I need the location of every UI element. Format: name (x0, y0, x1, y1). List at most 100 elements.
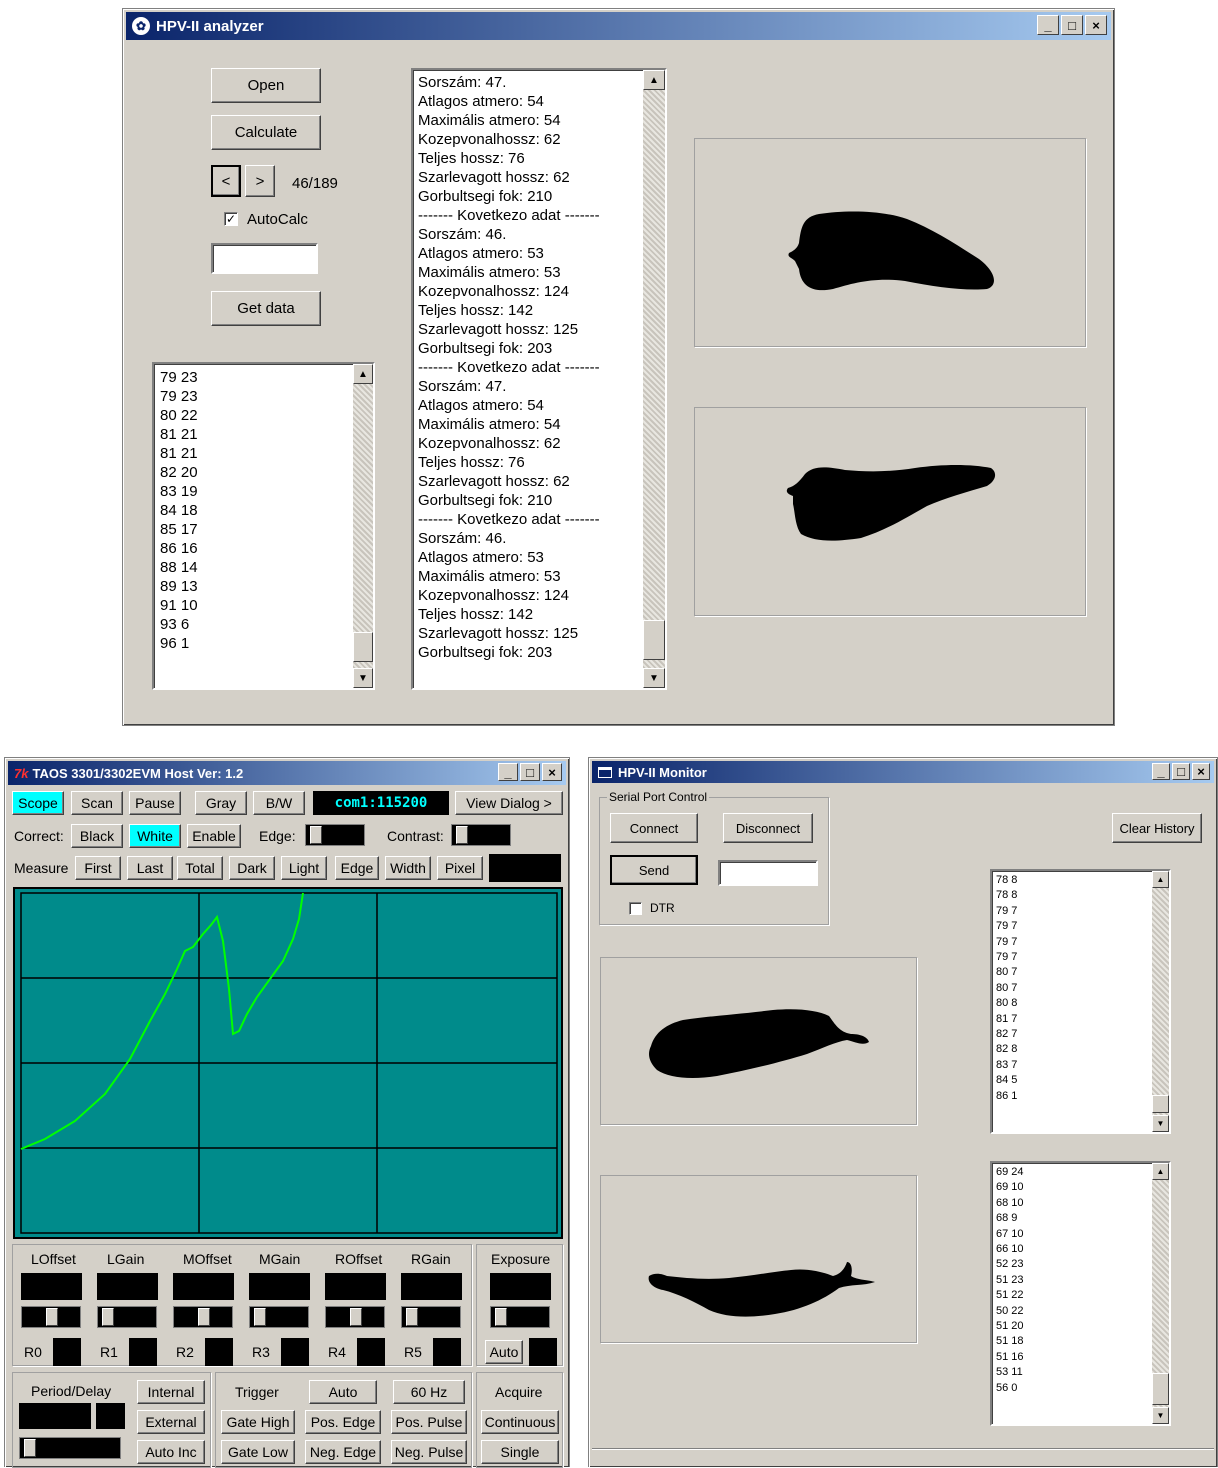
list-item[interactable]: 53 11 (996, 1365, 1024, 1380)
slider-thumb[interactable] (46, 1308, 58, 1326)
list-item[interactable]: 78 8 (996, 888, 1017, 903)
list-item[interactable]: 51 18 (996, 1334, 1024, 1349)
total-button[interactable]: Total (177, 856, 223, 880)
list-item[interactable]: Atlagos atmero: 54 (418, 396, 600, 415)
list-item[interactable]: Gorbultsegi fok: 203 (418, 339, 600, 358)
edge-button[interactable]: Edge (335, 856, 379, 880)
list-item[interactable]: 82 8 (996, 1042, 1017, 1057)
list-item[interactable]: Atlagos atmero: 54 (418, 92, 600, 111)
slider-thumb[interactable] (198, 1308, 210, 1326)
list-item[interactable]: 79 7 (996, 919, 1017, 934)
list-item[interactable]: Szarlevagott hossz: 62 (418, 168, 600, 187)
edge-slider[interactable] (305, 824, 365, 846)
slider-thumb[interactable] (406, 1308, 418, 1326)
list-item[interactable]: 69 10 (996, 1180, 1024, 1195)
dtr-checkbox[interactable] (629, 902, 642, 915)
list-item[interactable]: 78 8 (996, 873, 1017, 888)
white-button[interactable]: White (129, 824, 181, 848)
list-item[interactable]: 82 20 (160, 463, 198, 482)
scope-button[interactable]: Scope (12, 791, 64, 815)
pixel-button[interactable]: Pixel (437, 856, 483, 880)
list-item[interactable]: 88 14 (160, 558, 198, 577)
list-item[interactable]: Teljes hossz: 142 (418, 605, 600, 624)
list-item[interactable]: ------- Kovetkezo adat ------- (418, 358, 600, 377)
calculate-button[interactable]: Calculate (211, 115, 321, 150)
slider-thumb[interactable] (24, 1439, 36, 1457)
next-button[interactable]: > (245, 165, 275, 197)
enable-button[interactable]: Enable (187, 824, 241, 848)
list-item[interactable]: Szarlevagott hossz: 62 (418, 472, 600, 491)
list-item[interactable]: Gorbultsegi fok: 203 (418, 643, 600, 662)
channel-slider[interactable] (97, 1306, 157, 1328)
period-slider[interactable] (19, 1437, 121, 1459)
list-item[interactable]: 80 8 (996, 996, 1017, 1011)
list-item[interactable]: 56 0 (996, 1381, 1024, 1396)
exposure-slider[interactable] (490, 1306, 550, 1328)
pos-edge-button[interactable]: Pos. Edge (305, 1410, 381, 1434)
last-button[interactable]: Last (127, 856, 173, 880)
slider-thumb[interactable] (350, 1308, 362, 1326)
internal-button[interactable]: Internal (137, 1380, 205, 1404)
channel-slider[interactable] (173, 1306, 233, 1328)
list-item[interactable]: 86 1 (996, 1089, 1017, 1104)
list-item[interactable]: Kozepvonalhossz: 62 (418, 434, 600, 453)
list-item[interactable]: 79 7 (996, 950, 1017, 965)
list-item[interactable]: 66 10 (996, 1242, 1024, 1257)
list-item[interactable]: Maximális atmero: 53 (418, 567, 600, 586)
list-item[interactable]: Teljes hossz: 142 (418, 301, 600, 320)
gate-high-button[interactable]: Gate High (221, 1410, 295, 1434)
scroll-down-icon[interactable]: ▼ (1152, 1407, 1169, 1424)
list-item[interactable]: Kozepvonalhossz: 124 (418, 282, 600, 301)
slider-thumb[interactable] (495, 1308, 507, 1326)
connect-button[interactable]: Connect (610, 813, 698, 843)
list-item[interactable]: 81 21 (160, 425, 198, 444)
gate-low-button[interactable]: Gate Low (221, 1440, 295, 1464)
single-button[interactable]: Single (481, 1440, 559, 1464)
list-item[interactable]: Gorbultsegi fok: 210 (418, 187, 600, 206)
scroll-up-icon[interactable]: ▲ (353, 364, 373, 384)
list-item[interactable]: Maximális atmero: 54 (418, 111, 600, 130)
bw-button[interactable]: B/W (253, 791, 305, 815)
monitor-list-bottom[interactable]: 69 24 69 10 68 10 68 9 67 10 66 10 52 23 51 23 5… (990, 1161, 1171, 1426)
points-list[interactable]: 79 23 79 23 80 22 81 21 81 21 82 20 83 19 84 18… (152, 362, 375, 690)
list-item[interactable]: Sorszám: 46. (418, 225, 600, 244)
list-item[interactable]: 81 7 (996, 1012, 1017, 1027)
minimize-icon[interactable]: _ (1152, 763, 1170, 780)
scroll-down-icon[interactable]: ▼ (1152, 1115, 1169, 1132)
scroll-thumb[interactable] (643, 620, 665, 660)
scan-button[interactable]: Scan (71, 791, 123, 815)
list-item[interactable]: 51 23 (996, 1273, 1024, 1288)
scroll-up-icon[interactable]: ▲ (1152, 1163, 1169, 1180)
slider-thumb[interactable] (310, 826, 322, 844)
list-item[interactable]: ------- Kovetkezo adat ------- (418, 510, 600, 529)
list-item[interactable]: 82 7 (996, 1027, 1017, 1042)
list-item[interactable]: Kozepvonalhossz: 124 (418, 586, 600, 605)
list-item[interactable]: 91 10 (160, 596, 198, 615)
list-item[interactable]: Sorszám: 47. (418, 73, 600, 92)
list-item[interactable]: 96 1 (160, 634, 198, 653)
list-item[interactable]: Atlagos atmero: 53 (418, 244, 600, 263)
list-item[interactable]: 69 24 (996, 1165, 1024, 1180)
scroll-thumb[interactable] (1152, 1095, 1169, 1113)
list-item[interactable]: 67 10 (996, 1227, 1024, 1242)
list-item[interactable]: 51 16 (996, 1350, 1024, 1365)
list-item[interactable]: 51 20 (996, 1319, 1024, 1334)
continuous-button[interactable]: Continuous (481, 1410, 559, 1434)
list-item[interactable]: Maximális atmero: 53 (418, 263, 600, 282)
list-item[interactable]: 93 6 (160, 615, 198, 634)
list-item[interactable]: 80 7 (996, 965, 1017, 980)
slider-thumb[interactable] (102, 1308, 114, 1326)
list-item[interactable]: 79 7 (996, 904, 1017, 919)
scroll-up-icon[interactable]: ▲ (1152, 871, 1169, 888)
points-scrollbar[interactable]: ▲ ▼ (353, 364, 373, 688)
light-button[interactable]: Light (281, 856, 327, 880)
list-item[interactable]: Szarlevagott hossz: 125 (418, 320, 600, 339)
list-item[interactable]: Szarlevagott hossz: 125 (418, 624, 600, 643)
monitor-list-top[interactable]: 78 8 78 8 79 7 79 7 79 7 79 7 80 7 80 7 80 8 81 7… (990, 869, 1171, 1134)
list-item[interactable]: 79 7 (996, 935, 1017, 950)
list-item[interactable]: Sorszám: 47. (418, 377, 600, 396)
close-icon[interactable]: × (542, 763, 562, 781)
scroll-down-icon[interactable]: ▼ (643, 668, 665, 688)
list-item[interactable]: Atlagos atmero: 53 (418, 548, 600, 567)
scroll-up-icon[interactable]: ▲ (643, 70, 665, 90)
